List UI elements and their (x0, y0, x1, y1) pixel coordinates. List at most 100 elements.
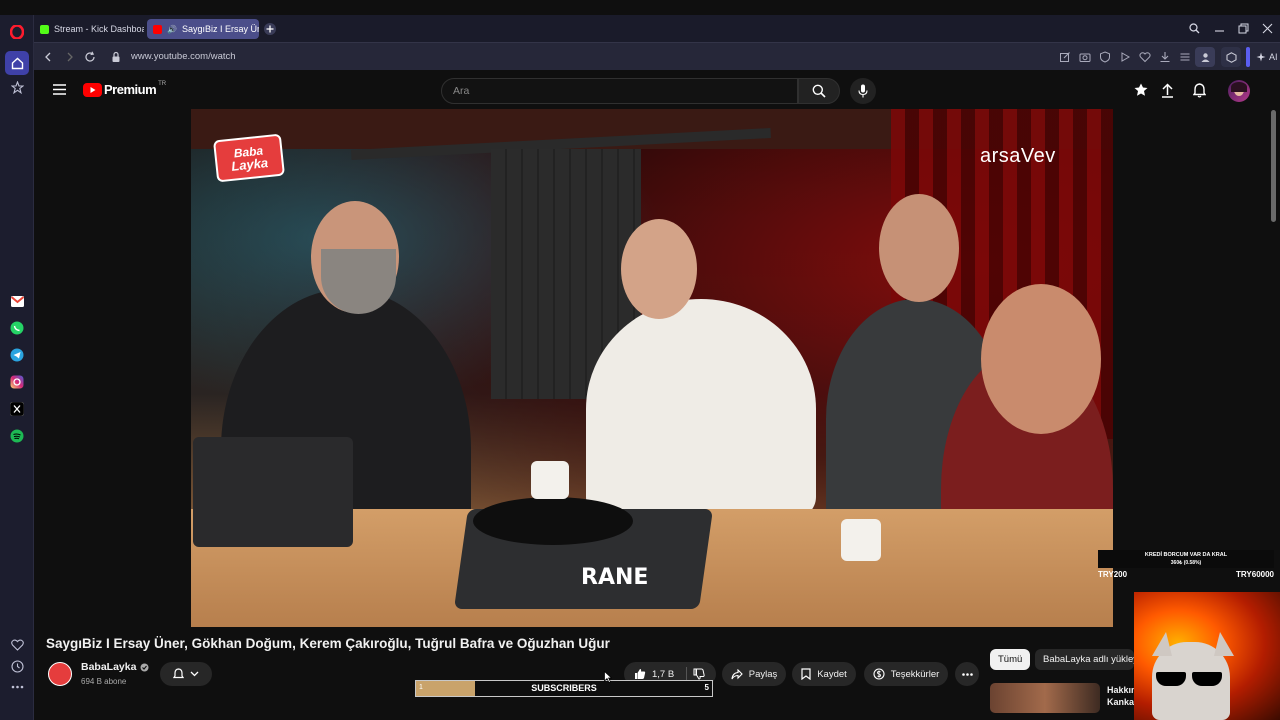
forward-icon[interactable] (64, 51, 76, 63)
search-placeholder: Ara (453, 85, 470, 97)
gmail-icon[interactable] (9, 293, 25, 309)
url-text[interactable]: www.youtube.com/watch (131, 51, 236, 62)
opera-logo-icon[interactable] (9, 24, 25, 40)
telegram-icon[interactable] (9, 347, 25, 363)
history-icon[interactable] (9, 658, 25, 674)
more-icon[interactable] (9, 679, 25, 695)
heart-icon[interactable] (9, 637, 25, 653)
tab-kick-dashboard[interactable]: Stream - Kick Dashboard (34, 19, 144, 39)
video-player[interactable]: Baba Layka arsaVev RANE (191, 109, 1113, 627)
related-title[interactable]: Hakkın Kanka (1107, 684, 1137, 708)
channel-avatar[interactable] (48, 662, 72, 686)
search-button[interactable] (798, 78, 840, 104)
new-tab-button[interactable] (264, 23, 276, 35)
thanks-dollar-icon (873, 668, 885, 680)
tab-search-icon[interactable] (1189, 23, 1200, 34)
webcam-overlay (1134, 592, 1280, 720)
voice-search-button[interactable] (850, 78, 876, 104)
chip-all[interactable]: Tümü (990, 649, 1031, 670)
bookmark-heart-icon[interactable] (1139, 51, 1151, 63)
whatsapp-icon[interactable] (9, 320, 25, 336)
back-icon[interactable] (42, 51, 54, 63)
save-bookmark-icon (801, 668, 811, 680)
thumbs-up-icon (635, 669, 646, 679)
sub-goal: 5 (704, 683, 709, 692)
sunglasses-icon (1156, 672, 1224, 686)
channel-name[interactable]: BabaLayka (81, 661, 136, 673)
search-input[interactable]: Ara (441, 78, 798, 104)
thumbs-down-icon[interactable] (693, 668, 705, 680)
lock-icon[interactable] (110, 51, 122, 63)
thanks-label: Teşekkürler (890, 668, 940, 680)
person-middle (586, 299, 816, 519)
cat-ear-right (1214, 632, 1234, 656)
youtube-favicon-icon (153, 24, 162, 34)
youtube-page: Premium TR Ara Baba Layka arsaVev RANE S… (34, 70, 1280, 720)
minimize-icon[interactable] (1214, 23, 1225, 34)
share-label: Paylaş (748, 668, 778, 680)
speaker-icon[interactable]: 🔊 (167, 25, 177, 34)
tab-label: Stream - Kick Dashboard (54, 24, 144, 34)
bell-icon (173, 668, 184, 679)
hamburger-menu-icon[interactable] (53, 84, 66, 95)
subscriber-goal-bar: 1 SUBSCRIBERS 5 (415, 680, 713, 697)
save-label: Kaydet (817, 668, 847, 680)
goal-progress: 360₺ (0.58%) (1170, 560, 1202, 566)
youtube-premium-logo[interactable]: Premium TR (83, 80, 167, 97)
chip-channel-uploads[interactable]: BabaLayka adlı yükley (1035, 649, 1134, 670)
like-divider (686, 667, 688, 681)
instagram-icon[interactable] (9, 374, 25, 390)
menu-lines-icon[interactable] (1179, 51, 1191, 63)
sparkle-icon (1256, 52, 1266, 62)
search-icon (812, 84, 826, 98)
head-front-right (981, 284, 1101, 434)
tab-label: SaygıBiz I Ersay Üner, (181, 24, 259, 34)
more-actions-button[interactable] (955, 662, 979, 686)
upload-icon[interactable] (1161, 83, 1174, 98)
tab-youtube-video[interactable]: 🔊 SaygıBiz I Ersay Üner, (147, 19, 259, 39)
laptop (193, 437, 353, 547)
camera-icon[interactable] (1079, 51, 1091, 63)
extensions-icon[interactable] (1221, 47, 1241, 67)
restore-icon[interactable] (1238, 23, 1249, 34)
x-twitter-icon[interactable] (9, 401, 25, 417)
goal-bar: KREDİ BORCUM VAR DA KRAL 360₺ (0.58%) (1098, 550, 1274, 568)
create-icon[interactable] (1134, 83, 1148, 97)
cat-ear-left (1152, 632, 1172, 656)
download-icon[interactable] (1159, 51, 1171, 63)
edit-icon[interactable] (1059, 51, 1071, 63)
goal-max: TRY60000 (1236, 570, 1274, 579)
address-bar: www.youtube.com/watch AI (34, 42, 1280, 70)
profile-icon[interactable] (1195, 47, 1215, 67)
star-icon[interactable] (9, 79, 25, 95)
share-button[interactable]: Paylaş (722, 662, 786, 686)
user-avatar[interactable] (1228, 80, 1250, 102)
youtube-logo-icon (83, 82, 102, 97)
tab-bar: Stream - Kick Dashboard 🔊 SaygıBiz I Ers… (34, 15, 1280, 42)
subscription-bell-button[interactable] (160, 662, 212, 686)
reload-icon[interactable] (84, 51, 96, 63)
save-button[interactable]: Kaydet (792, 662, 856, 686)
mug (531, 461, 569, 499)
sponsor-logo: arsaVev (980, 145, 1056, 167)
microphone-icon (858, 84, 868, 98)
notifications-bell-icon[interactable] (1193, 83, 1206, 98)
logo-text: Premium (104, 82, 157, 97)
aria-ai-button[interactable]: AI (1256, 48, 1278, 66)
thanks-button[interactable]: Teşekkürler (864, 662, 948, 686)
goal-min: TRY200 (1098, 570, 1128, 579)
scrollbar-thumb[interactable] (1271, 110, 1276, 222)
close-icon[interactable] (1262, 23, 1273, 34)
goal-title: KREDİ BORCUM VAR DA KRAL (1144, 552, 1228, 558)
verified-icon (140, 663, 149, 671)
vpn-shield-icon[interactable] (1099, 51, 1111, 63)
video-title: SaygıBiz I Ersay Üner, Gökhan Doğum, Ker… (46, 636, 610, 651)
play-icon[interactable] (1119, 51, 1131, 63)
home-icon[interactable] (5, 51, 29, 75)
divider (1246, 47, 1250, 67)
channel-name-row[interactable]: BabaLayka (81, 661, 149, 673)
related-thumbnail[interactable] (990, 683, 1100, 713)
spotify-icon[interactable] (9, 428, 25, 444)
share-icon (731, 668, 743, 679)
region-code: TR (158, 80, 167, 87)
